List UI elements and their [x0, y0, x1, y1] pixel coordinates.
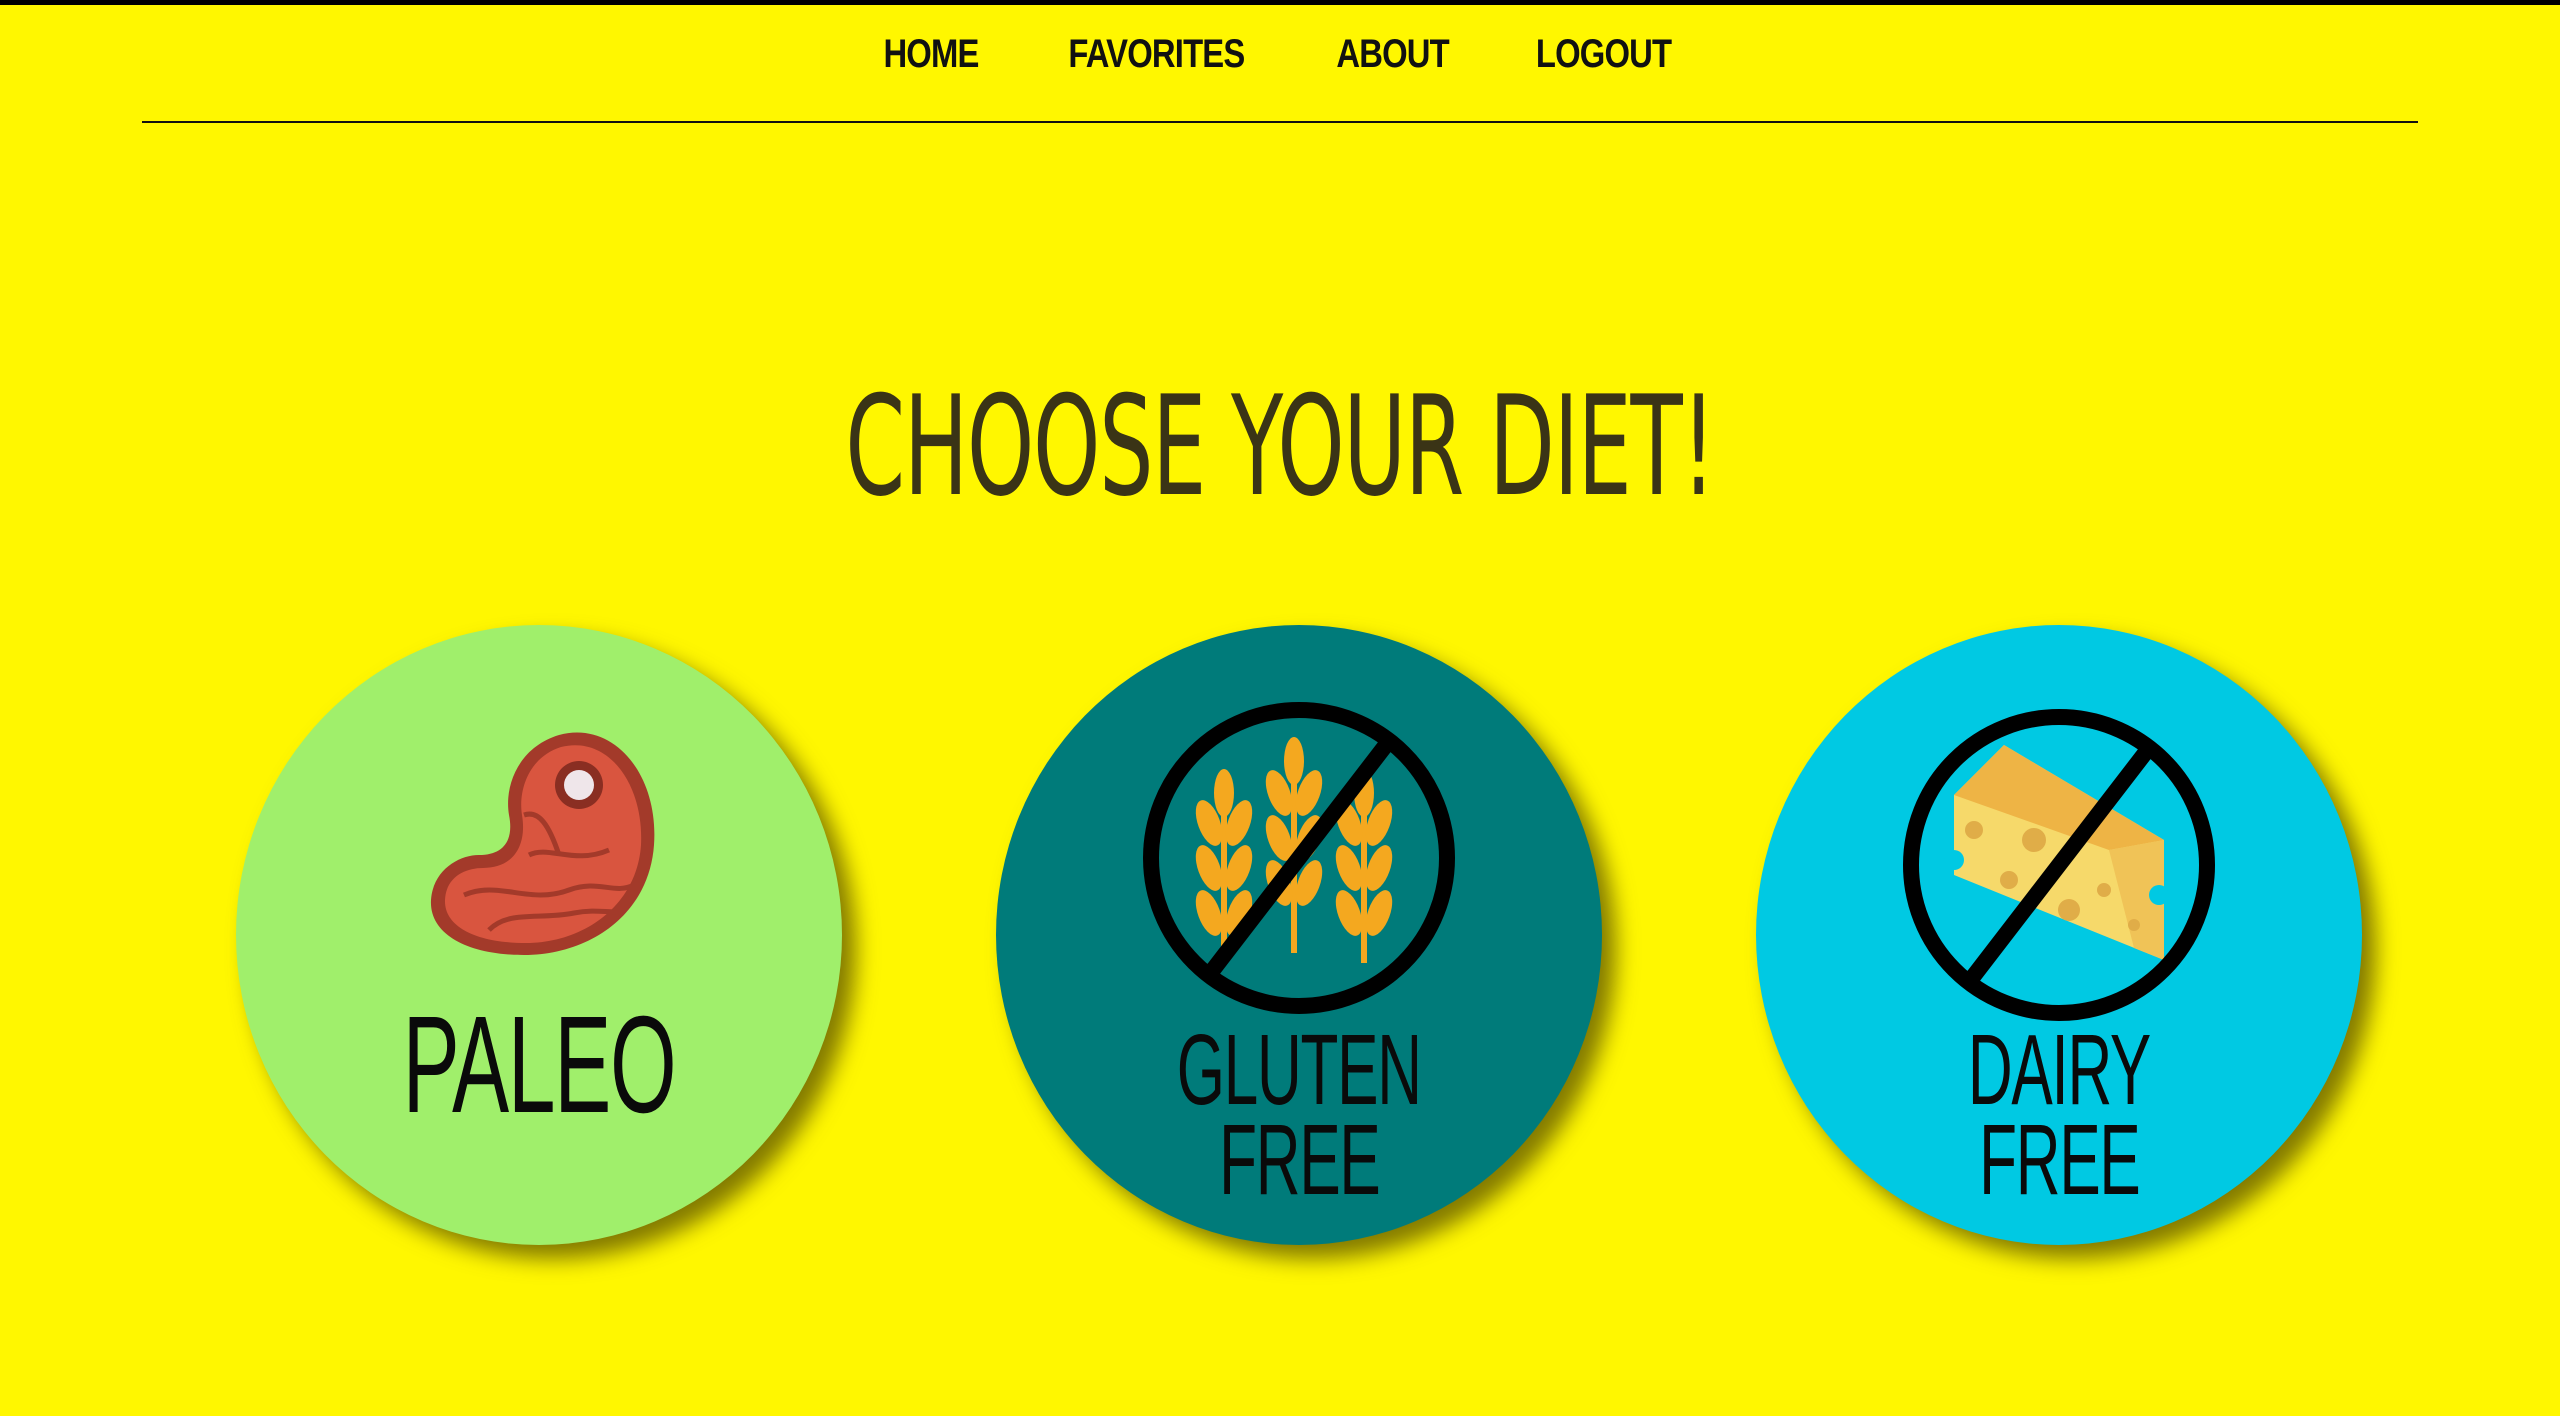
diet-label-line1: GLUTEN [1176, 1014, 1422, 1126]
nav-home-link[interactable]: HOME [884, 32, 980, 77]
no-cheese-icon [1903, 709, 2215, 1021]
page-title-text: CHOOSE YOUR DIET! [845, 366, 1715, 528]
diet-label-line1: PALEO [402, 988, 677, 1142]
top-nav: HOME FAVORITES ABOUT LOGOUT [0, 32, 2560, 77]
nav-divider [142, 121, 2418, 123]
diet-label-line2: FREE [1218, 1104, 1381, 1216]
nav-about-link[interactable]: ABOUT [1337, 32, 1450, 77]
nav-favorites-link[interactable]: FAVORITES [1069, 32, 1246, 77]
diet-label: PALEO [236, 995, 842, 1135]
diet-label-line2: FREE [1978, 1104, 2141, 1216]
page-title: CHOOSE YOUR DIET! [0, 367, 2560, 527]
diet-card-paleo[interactable]: PALEO [236, 625, 842, 1245]
diet-card-gluten-free[interactable]: GLUTEN FREE [996, 625, 1602, 1245]
no-wheat-icon [1143, 702, 1455, 1014]
diet-card-dairy-free[interactable]: DAIRY FREE [1756, 625, 2362, 1245]
meat-steak-icon [430, 732, 655, 955]
diet-label-line1: DAIRY [1967, 1014, 2151, 1126]
diet-label: DAIRY FREE [1756, 1014, 2362, 1216]
diet-label: GLUTEN FREE [996, 1014, 1602, 1216]
nav-logout-link[interactable]: LOGOUT [1536, 32, 1672, 77]
